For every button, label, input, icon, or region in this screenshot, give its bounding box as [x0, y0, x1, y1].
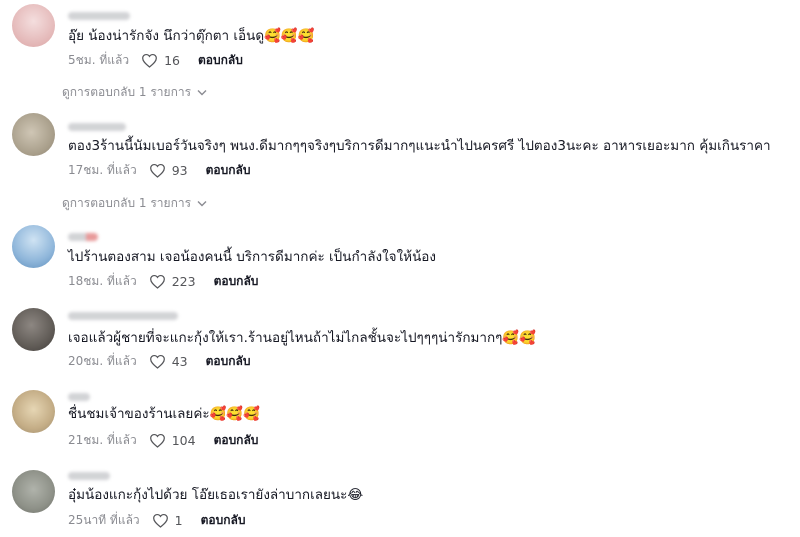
username[interactable] — [68, 12, 130, 20]
username[interactable] — [68, 472, 110, 480]
like-button[interactable]: 43 — [149, 354, 188, 369]
username[interactable] — [68, 123, 126, 131]
chevron-down-icon — [197, 90, 207, 96]
like-count: 104 — [171, 432, 196, 448]
avatar[interactable] — [12, 4, 55, 47]
comment-time: 20ชม. ที่แล้ว — [68, 353, 137, 368]
avatar[interactable] — [12, 390, 55, 433]
view-replies-button[interactable]: ดูการตอบกลับ 1 รายการ — [62, 194, 207, 213]
username[interactable] — [68, 233, 98, 241]
avatar[interactable] — [12, 470, 55, 513]
avatar[interactable] — [12, 308, 55, 351]
like-button[interactable]: 16 — [141, 53, 180, 68]
view-replies-button[interactable]: ดูการตอบกลับ 1 รายการ — [62, 83, 207, 102]
comment-meta: 25นาที ที่แล้ว 1 ตอบกลับ — [68, 511, 245, 529]
comment-time: 25นาที ที่แล้ว — [68, 512, 140, 527]
comment-text: ตอง3ร้านนี้นัมเบอร์วันจริงๆ พนง.ดีมากๆๆจ… — [68, 138, 771, 154]
comment-text: อุ๋มน้องแกะกุ้งไปด้วย โอ๊ยเธอเรายังล่าบา… — [68, 487, 364, 503]
comment-time: 5ชม. ที่แล้ว — [68, 52, 130, 67]
comment-meta: 17ชม. ที่แล้ว 93 ตอบกลับ — [68, 161, 250, 179]
comment-meta: 21ชม. ที่แล้ว 104 ตอบกลับ — [68, 431, 258, 449]
comment-meta: 18ชม. ที่แล้ว 223 ตอบกลับ — [68, 272, 258, 290]
like-button[interactable]: 104 — [149, 433, 196, 448]
avatar[interactable] — [12, 225, 55, 268]
comment-meta: 5ชม. ที่แล้ว 16 ตอบกลับ — [68, 51, 243, 69]
reply-button[interactable]: ตอบกลับ — [206, 352, 251, 371]
comment-meta: 20ชม. ที่แล้ว 43 ตอบกลับ — [68, 352, 250, 370]
like-count: 16 — [164, 52, 180, 68]
avatar[interactable] — [12, 113, 55, 156]
chevron-down-icon — [197, 201, 207, 207]
like-count: 93 — [171, 162, 188, 178]
reply-button[interactable]: ตอบกลับ — [206, 161, 251, 180]
comment-time: 18ชม. ที่แล้ว — [68, 273, 137, 288]
reply-button[interactable]: ตอบกลับ — [214, 431, 259, 450]
username[interactable] — [68, 393, 90, 401]
like-button[interactable]: 1 — [152, 513, 183, 528]
heart-icon — [149, 354, 165, 369]
reply-button[interactable]: ตอบกลับ — [201, 511, 246, 530]
like-button[interactable]: 93 — [149, 163, 188, 178]
comment-text: อุ๊ย น้องน่ารักจัง นึกว่าตุ๊กตา เอ็นดู🥰🥰… — [68, 28, 315, 44]
heart-icon — [149, 163, 165, 178]
view-replies-label: ดูการตอบกลับ 1 รายการ — [62, 85, 192, 99]
comment-time: 21ชม. ที่แล้ว — [68, 432, 137, 447]
comment-text: ชื่นชมเจ้าของร้านเลยค่ะ🥰🥰🥰 — [68, 406, 261, 422]
username[interactable] — [68, 312, 178, 320]
like-button[interactable]: 223 — [149, 274, 196, 289]
reply-button[interactable]: ตอบกลับ — [198, 51, 243, 70]
like-count: 43 — [171, 353, 188, 369]
heart-icon — [142, 53, 157, 68]
heart-icon — [152, 513, 168, 528]
comment-text: ไปร้านตองสาม เจอน้องคนนี้ บริการดีมากค่ะ… — [68, 249, 437, 265]
view-replies-label: ดูการตอบกลับ 1 รายการ — [62, 196, 192, 210]
heart-icon — [149, 274, 165, 289]
comment-time: 17ชม. ที่แล้ว — [68, 162, 137, 177]
heart-icon — [149, 433, 165, 448]
like-count: 223 — [171, 273, 196, 289]
comment-text: เจอแล้วผู้ชายที่จะแกะกุ้งให้เรา.ร้านอยู่… — [68, 330, 537, 346]
reply-button[interactable]: ตอบกลับ — [214, 272, 259, 291]
like-count: 1 — [174, 512, 183, 528]
